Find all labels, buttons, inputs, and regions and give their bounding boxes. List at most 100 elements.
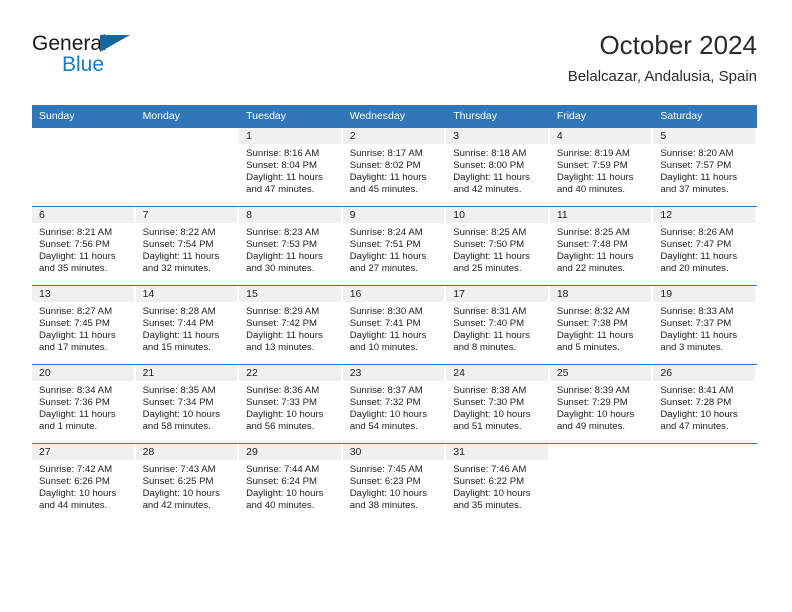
sunrise-text: Sunrise: 8:29 AM [246,306,320,317]
daylight-text-line2: and 22 minutes. [556,263,626,275]
calendar-day-cell [135,127,240,207]
sunset-text: Sunset: 6:22 PM [453,476,525,488]
calendar-day-cell[interactable]: 27 Sunrise: 7:42 AM Sunset: 6:26 PM Dayligh… [32,443,136,522]
calendar-day-cell[interactable]: 14 Sunrise: 8:28 AM Sunset: 7:44 PM Dayligh… [135,285,240,365]
sunset-text: Sunset: 7:36 PM [39,397,110,409]
sunrise-text: Sunrise: 8:36 AM [246,385,320,396]
daylight-text-line2: and 13 minutes. [246,342,315,354]
sunrise-text: Sunrise: 7:42 AM [39,464,113,475]
calendar-day-cell[interactable]: 19 Sunrise: 8:33 AM Sunset: 7:37 PM Dayligh… [653,285,757,365]
daylight-text-line1: Daylight: 10 hours [142,409,220,421]
calendar-day-cell[interactable]: 28 Sunrise: 7:43 AM Sunset: 6:25 PM Dayligh… [135,443,240,522]
day-number: 24 [446,365,550,381]
day-number [32,128,136,144]
general-blue-logo[interactable]: General Blue [32,32,232,88]
calendar-day-cell[interactable]: 25 Sunrise: 8:39 AM Sunset: 7:29 PM Dayligh… [549,364,654,444]
day-number: 16 [342,286,447,302]
calendar-day-cell[interactable]: 8 Sunrise: 8:23 AM Sunset: 7:53 PM Daylight… [239,206,343,286]
calendar-day-cell[interactable]: 10 Sunrise: 8:25 AM Sunset: 7:50 PM Dayligh… [446,206,550,286]
daylight-text-line1: Daylight: 11 hours [453,251,530,263]
calendar-day-cell[interactable]: 16 Sunrise: 8:30 AM Sunset: 7:41 PM Dayligh… [342,285,447,365]
daylight-text-line1: Daylight: 11 hours [246,172,323,184]
calendar-day-cell[interactable]: 21 Sunrise: 8:35 AM Sunset: 7:34 PM Dayligh… [135,364,240,444]
calendar-day-cell[interactable]: 26 Sunrise: 8:41 AM Sunset: 7:28 PM Dayligh… [653,364,757,444]
day-details: Sunrise: 8:17 AM Sunset: 8:02 PM Daylight:… [343,144,447,196]
day-box: 11 Sunrise: 8:25 AM Sunset: 7:48 PM Dayligh… [549,207,654,285]
weekday-header-row: Sunday Monday Tuesday Wednesday Thursday… [32,105,757,128]
calendar-day-cell[interactable]: 13 Sunrise: 8:27 AM Sunset: 7:45 PM Dayligh… [32,285,136,365]
day-box: 13 Sunrise: 8:27 AM Sunset: 7:45 PM Dayligh… [32,286,136,364]
sunrise-text: Sunrise: 7:46 AM [453,464,527,475]
page-header: General Blue October 2024 Belalcazar, An… [32,28,757,98]
sunrise-text: Sunrise: 8:34 AM [39,385,113,396]
daylight-text-line2: and 25 minutes. [453,263,522,275]
calendar-day-cell[interactable]: 2 Sunrise: 8:17 AM Sunset: 8:02 PM Daylight… [342,127,447,207]
calendar-day-cell[interactable]: 1 Sunrise: 8:16 AM Sunset: 8:04 PM Daylight… [239,127,343,207]
calendar-day-cell[interactable]: 22 Sunrise: 8:36 AM Sunset: 7:33 PM Dayligh… [239,364,343,444]
calendar-day-cell[interactable]: 30 Sunrise: 7:45 AM Sunset: 6:23 PM Dayligh… [342,443,447,522]
day-box: 26 Sunrise: 8:41 AM Sunset: 7:28 PM Dayligh… [653,365,757,443]
day-number: 10 [446,207,550,223]
daylight-text-line1: Daylight: 11 hours [556,172,634,184]
daylight-text-line1: Daylight: 10 hours [349,409,428,421]
calendar-day-cell[interactable]: 9 Sunrise: 8:24 AM Sunset: 7:51 PM Daylight… [342,206,447,286]
calendar-day-cell[interactable]: 12 Sunrise: 8:26 AM Sunset: 7:47 PM Dayligh… [653,206,757,286]
day-details: Sunrise: 8:27 AM Sunset: 7:45 PM Daylight:… [32,302,136,354]
sunrise-text: Sunrise: 8:26 AM [660,227,734,238]
day-details: Sunrise: 8:41 AM Sunset: 7:28 PM Daylight:… [653,381,757,433]
calendar-day-cell[interactable]: 18 Sunrise: 8:32 AM Sunset: 7:38 PM Dayligh… [549,285,654,365]
daylight-text-line1: Daylight: 11 hours [246,330,323,342]
daylight-text-line2: and 35 minutes. [453,500,522,512]
calendar-week-row: 13 Sunrise: 8:27 AM Sunset: 7:45 PM Dayligh… [32,285,757,365]
daylight-text-line2: and 1 minute. [39,421,98,433]
calendar-day-cell[interactable]: 17 Sunrise: 8:31 AM Sunset: 7:40 PM Dayligh… [446,285,550,365]
calendar-day-cell[interactable]: 31 Sunrise: 7:46 AM Sunset: 6:22 PM Dayligh… [446,443,550,522]
daylight-text-line1: Daylight: 10 hours [246,488,324,500]
daylight-text-line1: Daylight: 10 hours [660,409,738,421]
calendar-day-cell[interactable]: 29 Sunrise: 7:44 AM Sunset: 6:24 PM Dayligh… [239,443,343,522]
calendar-week-row: 1 Sunrise: 8:16 AM Sunset: 8:04 PM Daylight… [32,127,757,207]
sunset-text: Sunset: 7:45 PM [39,318,110,330]
sunset-text: Sunset: 7:37 PM [660,318,732,330]
day-number: 29 [239,444,343,460]
day-number [550,444,654,460]
calendar-day-cell[interactable]: 4 Sunrise: 8:19 AM Sunset: 7:59 PM Daylight… [549,127,654,207]
sunset-text: Sunset: 7:50 PM [453,239,525,251]
daylight-text-line1: Daylight: 11 hours [142,251,220,263]
calendar-day-cell[interactable]: 3 Sunrise: 8:18 AM Sunset: 8:00 PM Daylight… [446,127,550,207]
calendar-day-cell[interactable]: 24 Sunrise: 8:38 AM Sunset: 7:30 PM Dayligh… [446,364,550,444]
weekday-header-saturday: Saturday [653,105,757,128]
day-number: 6 [32,207,136,223]
daylight-text-line2: and 17 minutes. [39,342,108,354]
daylight-text-line1: Daylight: 10 hours [142,488,220,500]
day-details: Sunrise: 8:29 AM Sunset: 7:42 PM Daylight:… [239,302,343,354]
calendar-day-cell[interactable]: 23 Sunrise: 8:37 AM Sunset: 7:32 PM Dayligh… [342,364,447,444]
daylight-text-line2: and 47 minutes. [246,184,315,196]
calendar-day-cell[interactable]: 6 Sunrise: 8:21 AM Sunset: 7:56 PM Daylight… [32,206,136,286]
calendar-day-cell[interactable]: 7 Sunrise: 8:22 AM Sunset: 7:54 PM Daylight… [135,206,240,286]
day-number: 4 [549,128,654,144]
day-box: 17 Sunrise: 8:31 AM Sunset: 7:40 PM Dayligh… [446,286,550,364]
weekday-header-wednesday: Wednesday [342,105,447,128]
daylight-text-line2: and 38 minutes. [349,500,418,512]
sunset-text: Sunset: 7:51 PM [349,239,421,251]
sunrise-text: Sunrise: 8:33 AM [660,306,734,317]
day-details: Sunrise: 8:33 AM Sunset: 7:37 PM Daylight:… [653,302,757,354]
daylight-text-line1: Daylight: 11 hours [556,330,634,342]
sunset-text: Sunset: 6:25 PM [142,476,214,488]
day-details: Sunrise: 8:32 AM Sunset: 7:38 PM Daylight:… [550,302,654,354]
daylight-text-line2: and 45 minutes. [349,184,418,196]
calendar-day-cell[interactable]: 11 Sunrise: 8:25 AM Sunset: 7:48 PM Dayligh… [549,206,654,286]
day-details: Sunrise: 8:39 AM Sunset: 7:29 PM Daylight:… [550,381,654,433]
day-details: Sunrise: 8:25 AM Sunset: 7:50 PM Daylight:… [446,223,550,275]
daylight-text-line1: Daylight: 11 hours [660,251,737,263]
sunset-text: Sunset: 6:26 PM [39,476,110,488]
calendar-day-cell[interactable]: 15 Sunrise: 8:29 AM Sunset: 7:42 PM Dayligh… [239,285,343,365]
sunrise-text: Sunrise: 8:27 AM [39,306,113,317]
calendar-day-cell[interactable]: 5 Sunrise: 8:20 AM Sunset: 7:57 PM Daylight… [653,127,757,207]
sunrise-text: Sunrise: 8:38 AM [453,385,527,396]
daylight-text-line1: Daylight: 11 hours [39,251,116,263]
day-box: 16 Sunrise: 8:30 AM Sunset: 7:41 PM Dayligh… [342,286,447,364]
day-box: 28 Sunrise: 7:43 AM Sunset: 6:25 PM Dayligh… [135,444,240,522]
calendar-day-cell[interactable]: 20 Sunrise: 8:34 AM Sunset: 7:36 PM Dayligh… [32,364,136,444]
